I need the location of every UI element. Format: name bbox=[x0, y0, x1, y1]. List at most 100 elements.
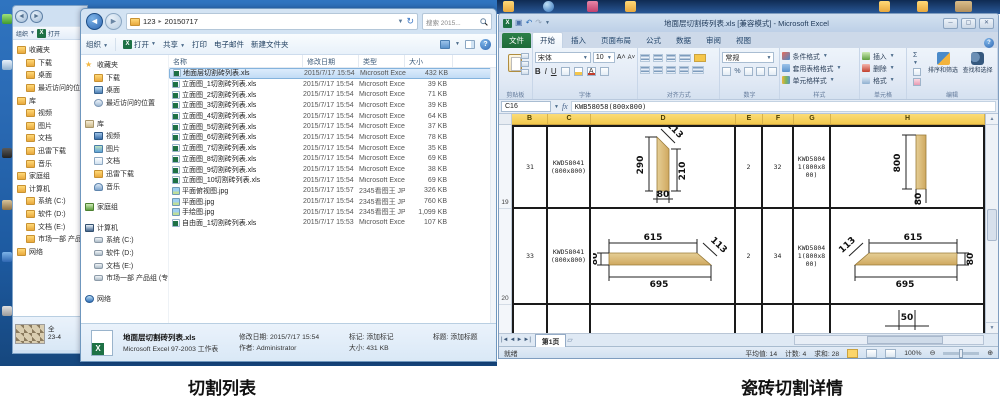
file-row[interactable]: 自由面_1切割砖列表.xls 2015/7/17 15:53 Microsoft… bbox=[169, 218, 496, 229]
cell-c19[interactable]: KWD58041(800x800) bbox=[548, 127, 591, 207]
accounting-format-icon[interactable] bbox=[722, 67, 731, 76]
sidebar-item[interactable]: 音乐 bbox=[81, 180, 168, 193]
file-row[interactable]: 手绘图.jpg 2015/7/17 15:54 2345看图王 JPG ... … bbox=[169, 207, 496, 218]
sidebar-item[interactable]: 文档 (E:) bbox=[81, 259, 168, 272]
cell-h19-diagram[interactable]: 800 80 bbox=[831, 127, 985, 207]
percent-style-button[interactable]: % bbox=[734, 68, 740, 75]
file-row[interactable]: 立面图_8切割砖列表.xls 2015/7/17 15:54 Microsoft… bbox=[169, 154, 496, 165]
tab-page-layout[interactable]: 页面布局 bbox=[594, 33, 638, 48]
sidebar-item[interactable]: 最近访问的位置 bbox=[81, 97, 168, 110]
file-row[interactable]: 立面图_2切割砖列表.xls 2015/7/17 15:54 Microsoft… bbox=[169, 89, 496, 100]
sidebar-item[interactable]: 软件 (D:) bbox=[13, 208, 87, 221]
share-button[interactable]: 共享 ▼ bbox=[163, 39, 185, 50]
restore-button[interactable]: ▢ bbox=[961, 18, 976, 29]
list-scrollbar[interactable] bbox=[490, 68, 496, 323]
next-sheet-icon[interactable]: ► bbox=[516, 337, 522, 343]
zoom-slider[interactable] bbox=[943, 352, 979, 355]
sidebar-item[interactable]: 视频 bbox=[81, 130, 168, 143]
change-view-icon[interactable] bbox=[440, 40, 450, 49]
organize-button[interactable]: 组织 ▼ bbox=[86, 39, 108, 50]
file-row[interactable]: 立面图_3切割砖列表.xls 2015/7/17 15:54 Microsoft… bbox=[169, 100, 496, 111]
name-box-dropdown-icon[interactable]: ▼ bbox=[554, 104, 559, 110]
sidebar-item[interactable]: 桌面 bbox=[81, 84, 168, 97]
zoom-slider-thumb[interactable] bbox=[959, 349, 963, 358]
organize-button[interactable]: 组织 bbox=[16, 29, 28, 38]
file-row[interactable]: 平面俯视图.jpg 2015/7/17 15:57 2345看图王 JPG ..… bbox=[169, 186, 496, 197]
column-header-h[interactable]: H bbox=[831, 114, 985, 125]
tab-file[interactable]: 文件 bbox=[502, 33, 531, 48]
align-middle-icon[interactable] bbox=[653, 54, 663, 62]
qat-dropdown-icon[interactable]: ▼ bbox=[545, 20, 550, 26]
browser-icon[interactable] bbox=[543, 1, 554, 12]
breadcrumb-2[interactable]: 20150717 bbox=[165, 17, 198, 26]
column-header-size[interactable]: 大小 bbox=[405, 55, 453, 67]
column-header-g[interactable]: G bbox=[794, 114, 831, 125]
scroll-up-icon[interactable]: ▲ bbox=[986, 114, 998, 125]
sidebar-item[interactable]: 网络 bbox=[13, 246, 87, 259]
file-row[interactable]: 立面图_10切割砖列表.xls 2015/7/17 15:54 Microsof… bbox=[169, 175, 496, 186]
cell-b19[interactable]: 31 bbox=[512, 127, 548, 207]
row-header-20[interactable]: 20 bbox=[499, 209, 511, 305]
number-format-select[interactable]: 常规▼ bbox=[722, 52, 774, 63]
breadcrumb-1[interactable]: 123 bbox=[143, 17, 156, 26]
cut-icon[interactable] bbox=[521, 53, 529, 59]
bold-button[interactable]: B bbox=[535, 67, 541, 76]
row-header-partial[interactable] bbox=[499, 305, 511, 333]
column-header-name[interactable]: 名称 bbox=[169, 55, 303, 67]
folder-icon[interactable] bbox=[625, 1, 636, 12]
select-all-corner[interactable] bbox=[499, 114, 512, 125]
undo-icon[interactable]: ↶ bbox=[526, 18, 533, 28]
tab-data[interactable]: 数据 bbox=[669, 33, 698, 48]
font-size-select[interactable]: 10▼ bbox=[593, 52, 615, 63]
file-row[interactable]: 立面图_5切割砖列表.xls 2015/7/17 15:54 Microsoft… bbox=[169, 121, 496, 132]
vertical-scrollbar[interactable]: ▲ ▼ bbox=[985, 114, 998, 333]
folder-icon[interactable] bbox=[879, 1, 890, 12]
shrink-font-icon[interactable]: A˅ bbox=[628, 55, 636, 61]
merge-center-icon[interactable] bbox=[692, 66, 704, 74]
zoom-in-icon[interactable]: ⊕ bbox=[987, 349, 993, 357]
wrap-text-icon[interactable] bbox=[694, 54, 706, 62]
insert-cells-button[interactable]: 插入▼ bbox=[862, 50, 904, 62]
preview-pane-icon[interactable] bbox=[465, 40, 475, 49]
desktop-icon[interactable] bbox=[2, 252, 12, 262]
refresh-icon[interactable]: ↻ bbox=[406, 17, 414, 26]
close-button[interactable]: ✕ bbox=[979, 18, 994, 29]
redo-icon[interactable]: ↷ bbox=[535, 18, 542, 28]
search-input[interactable]: 搜索 2015... bbox=[426, 17, 478, 27]
sidebar-item[interactable]: 下载 bbox=[81, 72, 168, 85]
sidebar-item[interactable]: 迅雷下载 bbox=[13, 145, 87, 158]
details-title[interactable]: 标题: 添加标题 bbox=[433, 332, 478, 343]
desktop-icon[interactable] bbox=[2, 148, 12, 158]
tab-formulas[interactable]: 公式 bbox=[639, 33, 668, 48]
column-header-date[interactable]: 修改日期 bbox=[303, 55, 359, 67]
address-dropdown-icon[interactable]: ▼ bbox=[398, 19, 404, 25]
format-as-table-button[interactable]: 套用表格格式▼ bbox=[782, 62, 857, 74]
sidebar-item[interactable]: 网络 bbox=[81, 293, 168, 306]
cell-h21-diagram[interactable]: 50 bbox=[831, 305, 985, 333]
cell-g20[interactable]: KWD58041(800x800) bbox=[794, 209, 831, 303]
file-row[interactable]: 立面图_1切割砖列表.xls 2015/7/17 15:54 Microsoft… bbox=[169, 79, 496, 90]
sidebar-item[interactable]: 市场一部 产品组 (专用) bbox=[13, 233, 87, 246]
cell-g19[interactable]: KWD58041(800x800) bbox=[794, 127, 831, 207]
cell-styles-button[interactable]: 单元格样式▼ bbox=[782, 74, 857, 86]
format-cells-button[interactable]: 格式▼ bbox=[862, 74, 904, 86]
excel-title-bar[interactable]: X ▣ ↶ ↷ ▼ 地面层切割砖列表.xls [兼容模式] - Microsof… bbox=[499, 14, 998, 32]
cell-d19-diagram[interactable]: 290 210 113 80 bbox=[591, 127, 736, 207]
forward-icon[interactable]: ► bbox=[30, 10, 43, 23]
font-color-icon[interactable]: A bbox=[587, 67, 596, 76]
underline-button[interactable]: U bbox=[551, 67, 557, 76]
sidebar-item[interactable]: 桌面 bbox=[13, 69, 87, 82]
sidebar-item[interactable]: 计算机 bbox=[13, 183, 87, 196]
vertical-scroll-thumb[interactable] bbox=[987, 209, 997, 241]
sidebar-item[interactable]: 迅雷下载 bbox=[81, 168, 168, 181]
page-layout-view-icon[interactable] bbox=[866, 349, 877, 358]
name-box[interactable]: C16 bbox=[501, 101, 551, 112]
tab-home[interactable]: 开始 bbox=[532, 32, 563, 48]
sidebar-item[interactable]: 市场一部 产品组 (专用) bbox=[81, 272, 168, 285]
sidebar-item[interactable]: 文档 (E:) bbox=[13, 220, 87, 233]
desktop-icon[interactable] bbox=[2, 14, 12, 24]
sidebar-item[interactable]: 系统 (C:) bbox=[13, 195, 87, 208]
find-select-button[interactable]: 查找和选择 bbox=[962, 52, 993, 86]
copy-icon[interactable] bbox=[521, 61, 529, 67]
sort-filter-button[interactable]: 排序和筛选 bbox=[928, 52, 959, 86]
